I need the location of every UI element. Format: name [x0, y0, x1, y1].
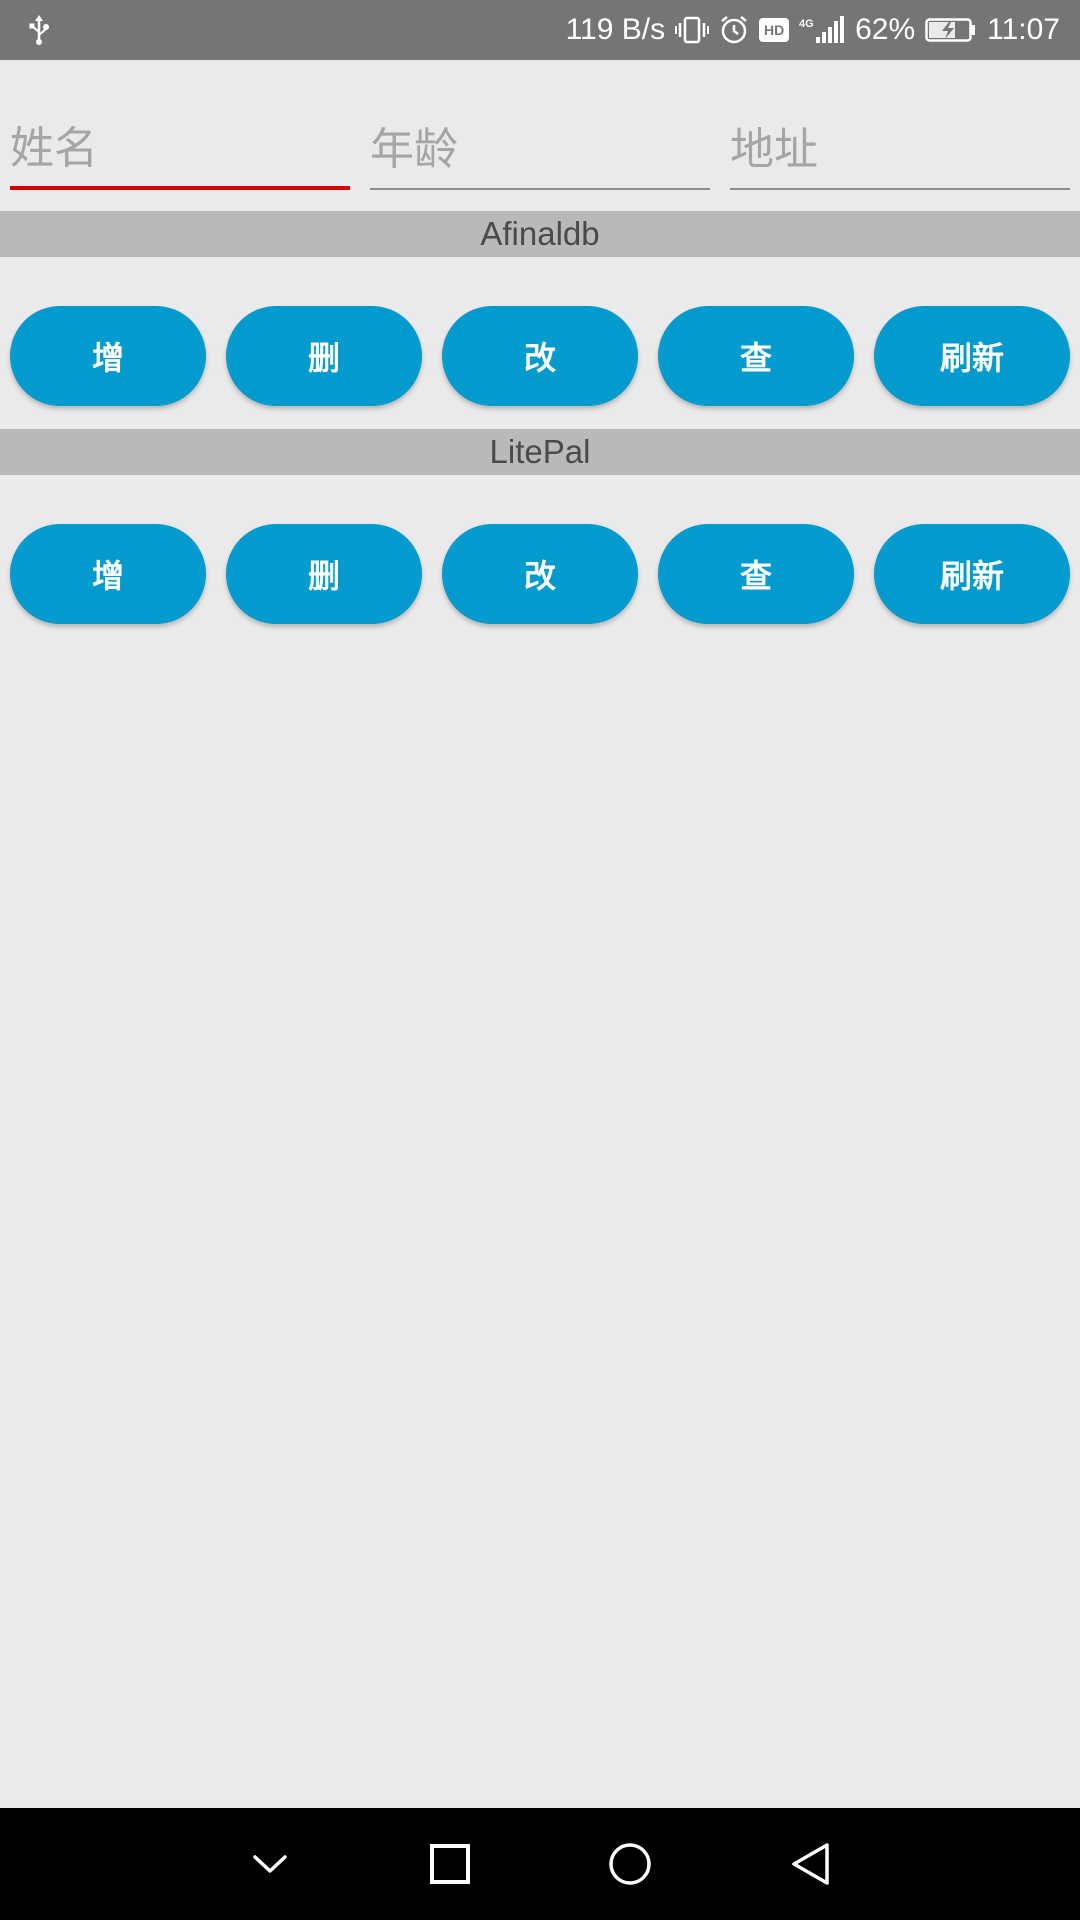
chevron-down-icon[interactable] [230, 1824, 310, 1904]
status-left [28, 15, 50, 45]
address-input[interactable] [730, 110, 1070, 190]
alarm-icon [719, 15, 749, 45]
litepal-add-button[interactable]: 增 [10, 524, 206, 624]
status-right: 119 B/s HD 4G 62% 11:07 [566, 13, 1060, 47]
address-field-container [730, 110, 1070, 196]
clock: 11:07 [987, 13, 1060, 46]
usb-icon [28, 15, 50, 45]
age-input[interactable] [370, 110, 710, 190]
afinaldb-refresh-button[interactable]: 刷新 [874, 306, 1070, 406]
navigation-bar [0, 1808, 1080, 1920]
svg-text:4G: 4G [799, 18, 814, 30]
network-speed: 119 B/s [565, 13, 666, 46]
battery-percent: 62% [855, 13, 916, 46]
hd-icon: HD [759, 18, 790, 42]
status-bar: 119 B/s HD 4G 62% 11:07 [0, 0, 1080, 60]
circle-icon[interactable] [590, 1824, 670, 1904]
afinaldb-update-button[interactable]: 改 [442, 306, 638, 406]
age-field-container [370, 110, 710, 196]
battery-charging-icon [925, 15, 977, 45]
litepal-button-row: 增 删 改 查 刷新 [10, 524, 1070, 624]
afinaldb-button-row: 增 删 改 查 刷新 [10, 306, 1070, 406]
section-header-litepal: LitePal [0, 429, 1080, 475]
afinaldb-add-button[interactable]: 增 [10, 306, 206, 406]
signal-4g-icon: 4G [799, 15, 845, 45]
litepal-query-button[interactable]: 查 [658, 524, 854, 624]
input-row [10, 110, 1070, 196]
name-field-container [10, 110, 350, 196]
vibrate-icon [675, 15, 710, 45]
afinaldb-query-button[interactable]: 查 [658, 306, 854, 406]
afinaldb-delete-button[interactable]: 删 [226, 306, 422, 406]
section-header-afinaldb: Afinaldb [0, 211, 1080, 257]
litepal-delete-button[interactable]: 删 [226, 524, 422, 624]
back-triangle-icon[interactable] [770, 1824, 850, 1904]
litepal-refresh-button[interactable]: 刷新 [874, 524, 1070, 624]
square-icon[interactable] [410, 1824, 490, 1904]
litepal-update-button[interactable]: 改 [442, 524, 638, 624]
name-input[interactable] [10, 110, 350, 190]
